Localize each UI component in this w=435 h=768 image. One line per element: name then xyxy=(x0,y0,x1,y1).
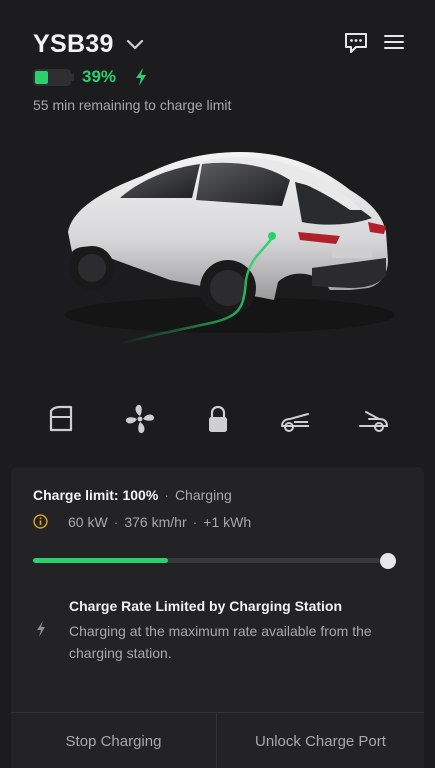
energy-added: +1 kWh xyxy=(203,514,252,530)
slider-thumb[interactable] xyxy=(380,553,396,569)
battery-icon xyxy=(33,69,71,86)
charge-limit-row: Charge limit: 100% · Charging xyxy=(33,487,232,503)
lock-icon[interactable] xyxy=(201,402,235,436)
battery-level-fill xyxy=(35,71,48,84)
trunk-icon[interactable] xyxy=(357,402,391,436)
action-bar: Stop Charging Unlock Charge Port xyxy=(11,712,424,768)
charge-power: 60 kW xyxy=(68,514,108,530)
charging-panel: Charge limit: 100% · Charging 60 kW · 376 km… xyxy=(11,467,424,768)
slider-track xyxy=(33,558,380,563)
charge-time-remaining: 55 min remaining to charge limit xyxy=(33,97,232,113)
charge-rate: 376 km/hr xyxy=(124,514,187,530)
lightning-bolt-icon xyxy=(136,68,146,86)
notice-body: Charging at the maximum rate available f… xyxy=(69,623,372,661)
battery-percent: 39% xyxy=(82,67,117,86)
hamburger-menu-icon[interactable] xyxy=(383,33,405,51)
stop-charging-button[interactable]: Stop Charging xyxy=(11,713,217,768)
chat-bubble-icon[interactable] xyxy=(343,32,369,54)
frunk-icon[interactable] xyxy=(278,402,312,436)
header: YSB39 xyxy=(33,30,405,62)
quick-controls xyxy=(40,402,395,438)
charge-limit-label[interactable]: Charge limit: 100% xyxy=(33,487,158,503)
unlock-charge-port-button[interactable]: Unlock Charge Port xyxy=(217,713,424,768)
vehicle-name[interactable]: YSB39 xyxy=(33,30,114,59)
fan-icon[interactable] xyxy=(123,402,157,436)
slider-current-charge xyxy=(33,558,168,563)
vehicle-image xyxy=(50,140,400,355)
lightning-bolt-icon xyxy=(37,621,45,637)
charging-status: Charging xyxy=(174,487,232,503)
door-icon[interactable] xyxy=(44,402,78,436)
battery-cap xyxy=(71,74,74,81)
info-icon[interactable] xyxy=(33,514,48,529)
chevron-down-icon[interactable] xyxy=(125,37,145,51)
charge-limit-slider[interactable] xyxy=(33,553,396,569)
notice-title: Charge Rate Limited by Charging Station xyxy=(69,598,343,614)
